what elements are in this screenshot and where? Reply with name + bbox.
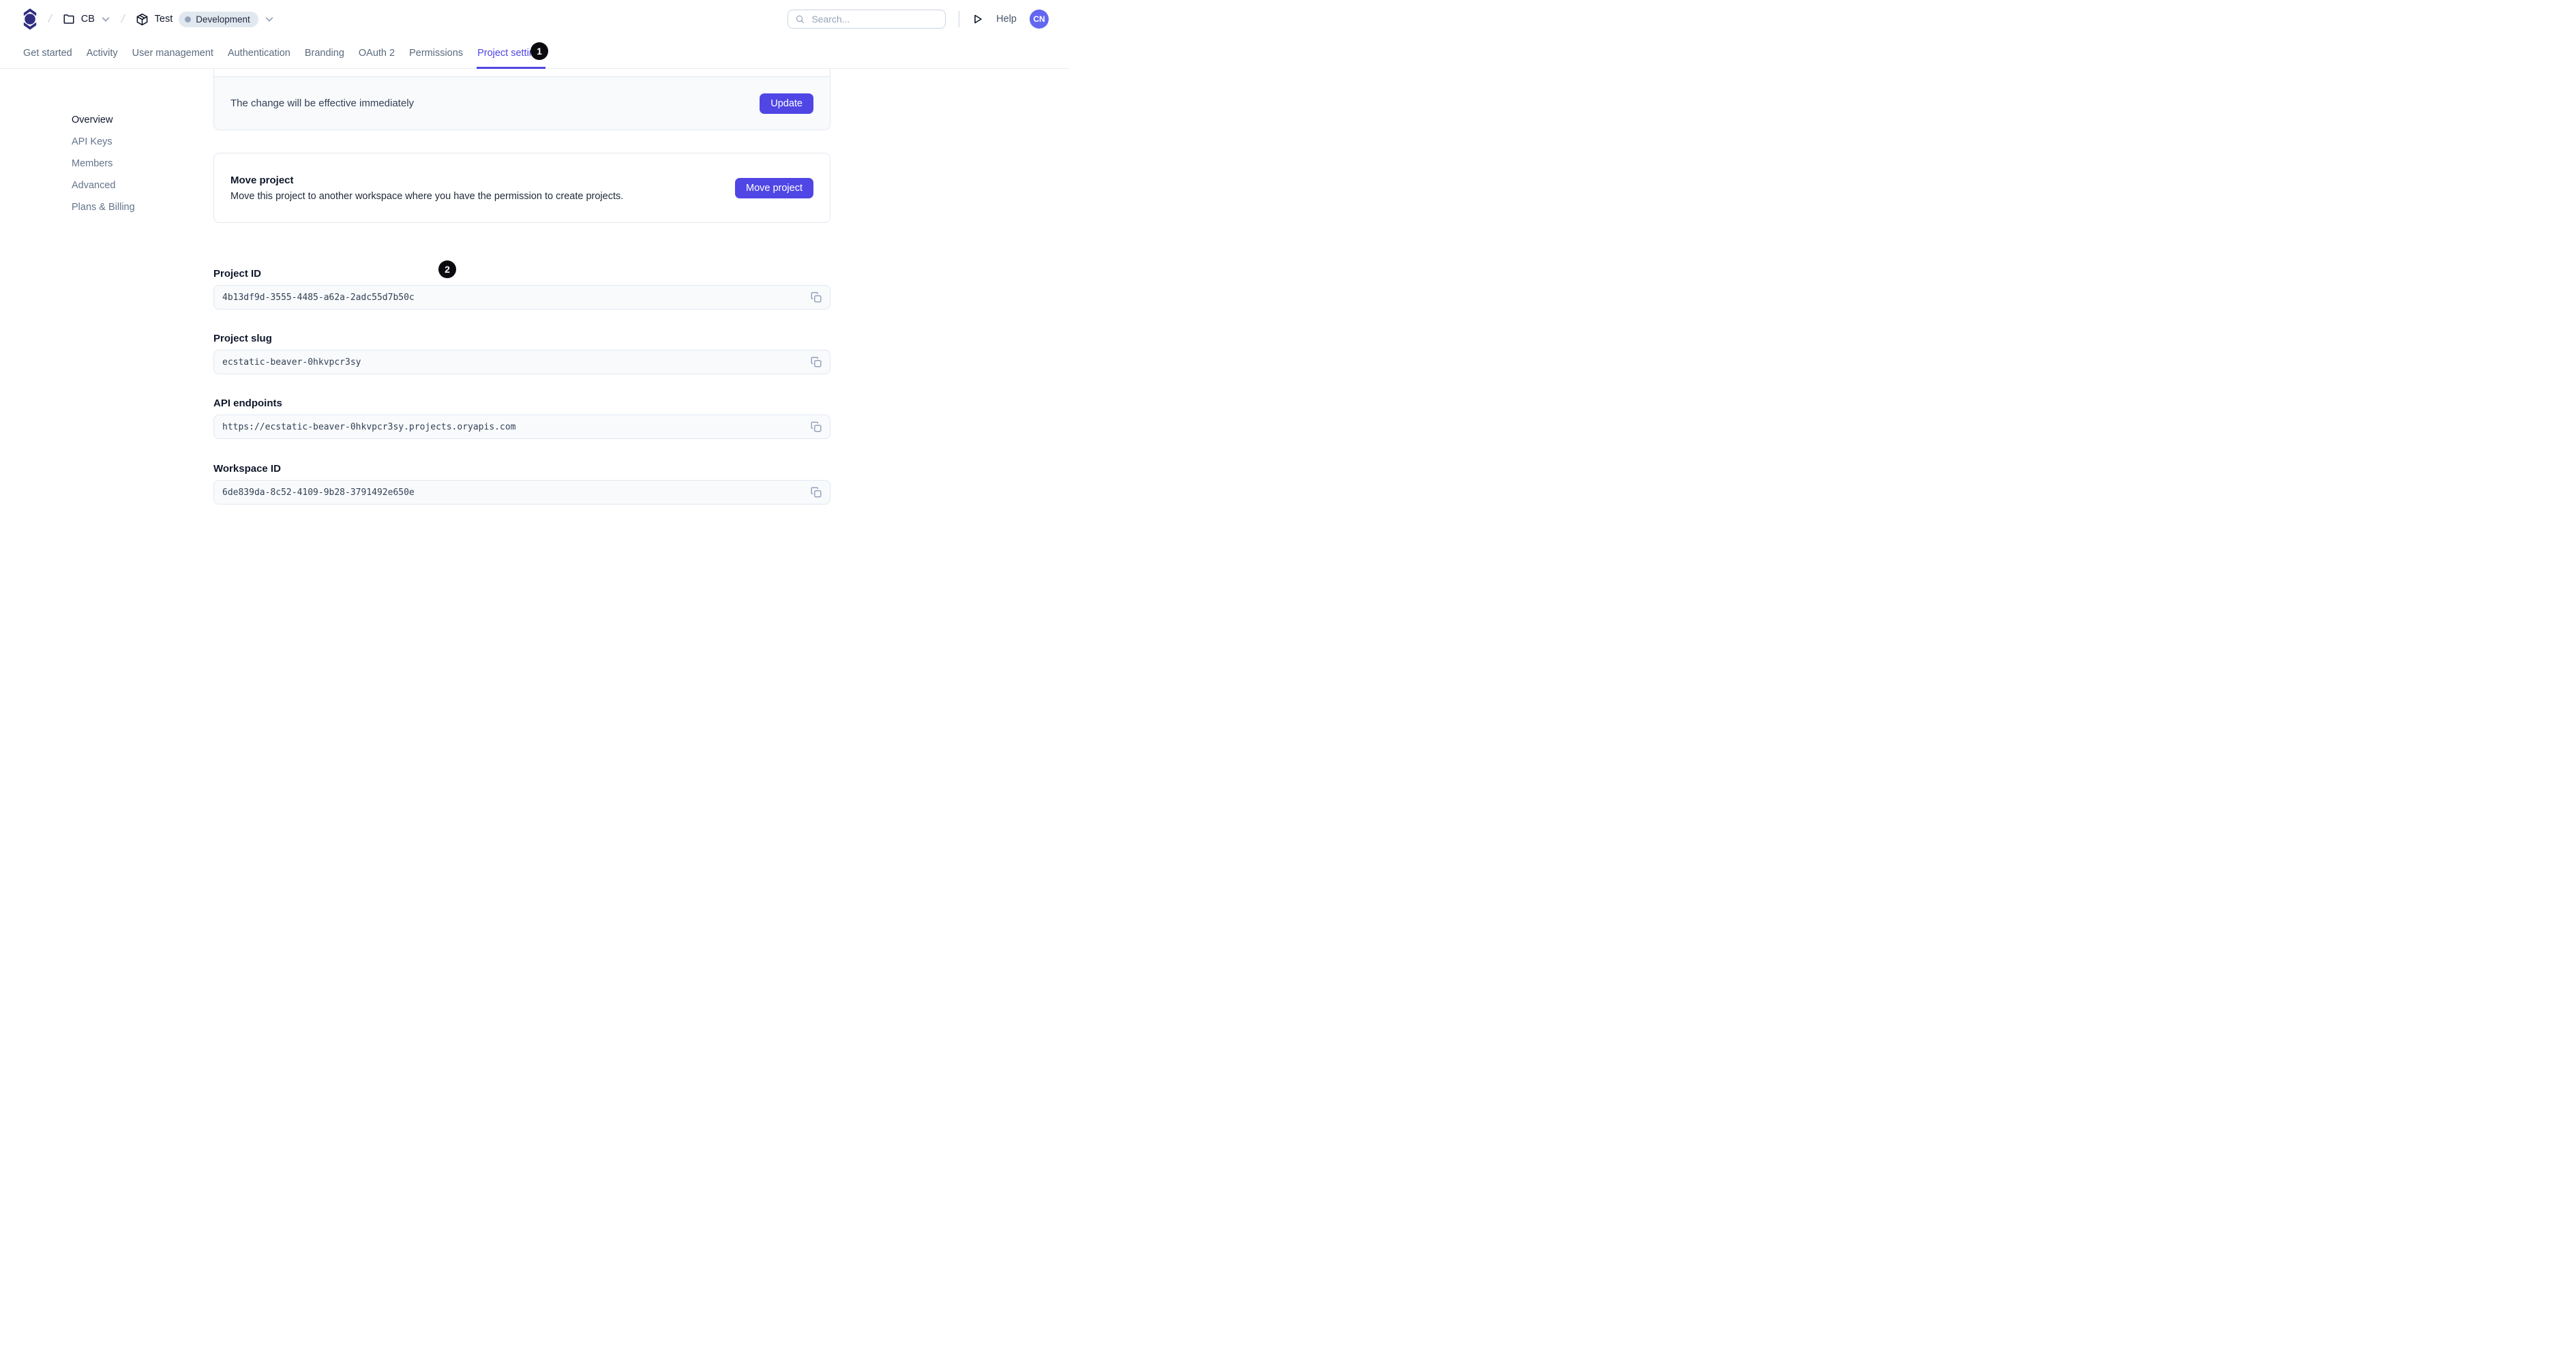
user-avatar[interactable]: CN bbox=[1030, 10, 1049, 29]
project-id-field: 4b13df9d-3555-4485-a62a-2adc55d7b50c bbox=[213, 285, 830, 310]
ory-logo[interactable] bbox=[23, 7, 38, 31]
tab-user-management[interactable]: User management bbox=[132, 38, 214, 68]
move-project-description: Move this project to another workspace w… bbox=[230, 190, 624, 202]
update-card-body bbox=[214, 69, 830, 76]
workspace-name: CB bbox=[80, 14, 95, 25]
annotation-badge-2: 2 bbox=[438, 260, 456, 278]
environment-dot-icon bbox=[185, 16, 192, 22]
copy-workspace-id-button[interactable] bbox=[809, 485, 824, 500]
package-icon bbox=[136, 13, 148, 25]
main-content: The change will be effective immediately… bbox=[213, 69, 830, 505]
move-project-text: Move project Move this project to anothe… bbox=[230, 175, 623, 202]
move-project-title: Move project bbox=[230, 174, 294, 186]
breadcrumb: / CB / Test Development bbox=[23, 7, 274, 31]
search-input[interactable] bbox=[811, 14, 939, 25]
tab-get-started[interactable]: Get started bbox=[23, 38, 73, 68]
tab-oauth2[interactable]: OAuth 2 bbox=[358, 38, 395, 68]
copy-icon bbox=[811, 357, 822, 368]
sidebar-item-overview[interactable]: Overview bbox=[72, 113, 113, 127]
settings-sidebar: Overview API Keys Members Advanced Plans… bbox=[72, 113, 194, 222]
tab-branding[interactable]: Branding bbox=[304, 38, 345, 68]
update-button[interactable]: Update bbox=[760, 93, 813, 114]
workspace-id-label: Workspace ID bbox=[213, 463, 281, 475]
environment-label: Development bbox=[196, 14, 250, 25]
help-link[interactable]: Help bbox=[996, 14, 1017, 25]
project-slug-field: ecstatic-beaver-0hkvpcr3sy bbox=[213, 350, 830, 374]
project-name: Test bbox=[154, 14, 173, 25]
breadcrumb-separator: / bbox=[119, 12, 126, 25]
sidebar-item-api-keys[interactable]: API Keys bbox=[72, 135, 113, 149]
play-icon bbox=[974, 14, 982, 24]
api-endpoints-group: API endpoints https://ecstatic-beaver-0h… bbox=[213, 397, 830, 439]
chevron-down-icon bbox=[102, 17, 110, 22]
environment-badge: Development bbox=[179, 11, 258, 27]
project-slug-label: Project slug bbox=[213, 333, 272, 344]
move-project-card: Move project Move this project to anothe… bbox=[213, 153, 830, 223]
play-button[interactable] bbox=[972, 14, 983, 25]
workspace-id-field: 6de839da-8c52-4109-9b28-3791492e650e bbox=[213, 480, 830, 505]
search-icon bbox=[796, 15, 805, 23]
api-endpoints-label: API endpoints bbox=[213, 397, 282, 409]
copy-project-slug-button[interactable] bbox=[809, 355, 824, 370]
breadcrumb-separator: / bbox=[47, 12, 53, 25]
workspace-id-group: Workspace ID 6de839da-8c52-4109-9b28-379… bbox=[213, 463, 830, 505]
sidebar-item-plans-billing[interactable]: Plans & Billing bbox=[72, 200, 135, 214]
folder-icon bbox=[63, 14, 74, 24]
copy-icon bbox=[811, 421, 822, 432]
copy-icon bbox=[811, 292, 822, 303]
api-endpoints-value: https://ecstatic-beaver-0hkvpcr3sy.proje… bbox=[222, 421, 516, 432]
project-id-group: Project ID 4b13df9d-3555-4485-a62a-2adc5… bbox=[213, 268, 830, 310]
top-header: / CB / Test Development Search... Help C… bbox=[0, 0, 1069, 38]
workspace-id-value: 6de839da-8c52-4109-9b28-3791492e650e bbox=[222, 487, 415, 498]
project-slug-group: Project slug ecstatic-beaver-0hkvpcr3sy bbox=[213, 333, 830, 374]
update-message: The change will be effective immediately bbox=[230, 97, 415, 109]
copy-icon bbox=[811, 487, 822, 498]
sidebar-item-advanced[interactable]: Advanced bbox=[72, 179, 116, 192]
update-card: The change will be effective immediately… bbox=[213, 69, 830, 130]
app-window: / CB / Test Development Search... Help C… bbox=[0, 0, 1069, 567]
project-slug-value: ecstatic-beaver-0hkvpcr3sy bbox=[222, 357, 361, 368]
ory-logo-icon bbox=[23, 8, 37, 30]
search-box[interactable] bbox=[788, 10, 946, 29]
copy-api-endpoints-button[interactable] bbox=[809, 419, 824, 434]
tab-permissions[interactable]: Permissions bbox=[408, 38, 464, 68]
move-project-button[interactable]: Move project bbox=[734, 177, 813, 198]
api-endpoints-field: https://ecstatic-beaver-0hkvpcr3sy.proje… bbox=[213, 415, 830, 439]
tab-activity[interactable]: Activity bbox=[86, 38, 119, 68]
workspace-breadcrumb[interactable]: CB bbox=[63, 13, 110, 25]
project-breadcrumb[interactable]: Test Development bbox=[136, 11, 274, 27]
project-id-value: 4b13df9d-3555-4485-a62a-2adc55d7b50c bbox=[222, 292, 415, 303]
update-card-footer: The change will be effective immediately… bbox=[214, 76, 830, 130]
copy-project-id-button[interactable] bbox=[809, 290, 824, 305]
project-id-label: Project ID bbox=[213, 268, 262, 280]
header-actions: Help CN bbox=[788, 10, 1049, 29]
tab-authentication[interactable]: Authentication bbox=[227, 38, 291, 68]
chevron-down-icon bbox=[265, 17, 273, 22]
sidebar-item-members[interactable]: Members bbox=[72, 157, 113, 170]
annotation-badge-1: 1 bbox=[530, 42, 548, 60]
